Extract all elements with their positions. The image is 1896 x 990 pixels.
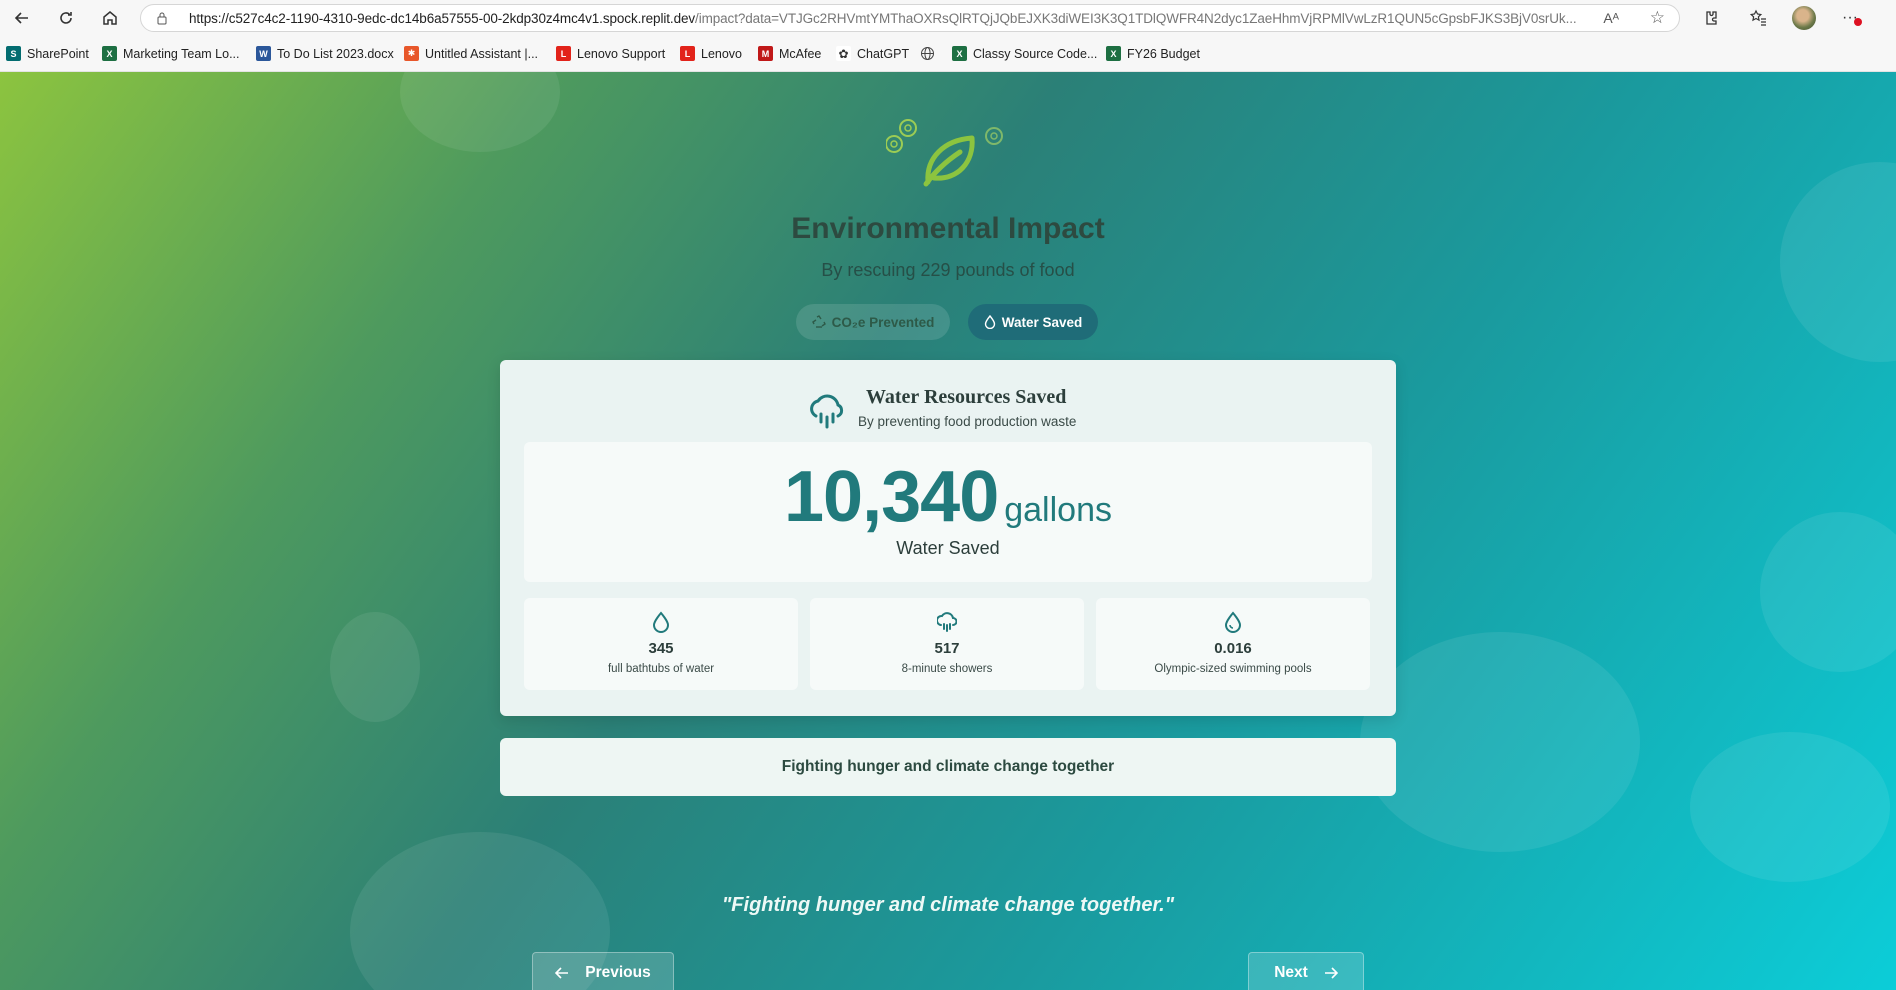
favorite-star-icon[interactable]: ☆ xyxy=(1650,8,1665,28)
stat-showers: 517 8-minute showers xyxy=(810,598,1084,690)
page-subtitle: By rescuing 229 pounds of food xyxy=(821,260,1075,280)
stat-bathtubs: 345 full bathtubs of water xyxy=(524,598,798,690)
bookmark-marketing-team[interactable]: X Marketing Team Lo... xyxy=(102,46,240,61)
arrow-right-icon xyxy=(1324,967,1338,979)
tab-water-saved[interactable]: Water Saved xyxy=(968,304,1098,340)
sharepoint-icon: S xyxy=(6,46,21,61)
bookmark-classy-source-code[interactable]: X Classy Source Code... xyxy=(952,46,1097,61)
bookmark-chatgpt[interactable]: ✿ ChatGPT xyxy=(836,46,909,61)
stat-value: 0.016 xyxy=(1214,640,1252,657)
arrow-left-icon xyxy=(555,967,569,979)
bookmark-todo-list[interactable]: W To Do List 2023.docx xyxy=(256,46,394,61)
droplets-icon xyxy=(1224,611,1242,633)
globe-icon xyxy=(921,47,934,60)
notification-dot xyxy=(1854,18,1862,26)
water-gallons-number: 10,340 xyxy=(784,457,999,537)
droplet-icon xyxy=(984,315,995,329)
bookmark-untitled-assistant[interactable]: ✱ Untitled Assistant |... xyxy=(404,46,538,61)
refresh-icon[interactable] xyxy=(52,4,80,32)
excel-icon: X xyxy=(952,46,967,61)
home-icon[interactable] xyxy=(96,4,124,32)
bookmark-mcafee[interactable]: M McAfee xyxy=(758,46,821,61)
water-saved-label: Water Saved xyxy=(896,538,1000,558)
next-button[interactable]: Next xyxy=(1248,952,1364,990)
bookmark-globe[interactable] xyxy=(920,46,935,61)
stat-label: Olympic-sized swimming pools xyxy=(1154,663,1312,675)
rain-cloud-icon xyxy=(810,394,844,429)
address-bar[interactable]: https://c527c4c2-1190-4310-9edc-dc14b6a5… xyxy=(140,4,1680,32)
extensions-icon[interactable] xyxy=(1696,4,1724,32)
page-title: Environmental Impact xyxy=(791,212,1105,245)
mcafee-icon: M xyxy=(758,46,773,61)
impact-page: Environmental Impact By rescuing 229 pou… xyxy=(0,72,1896,990)
card-subtitle: By preventing food production waste xyxy=(858,414,1077,429)
bookmark-lenovo[interactable]: L Lenovo xyxy=(680,46,742,61)
word-icon: W xyxy=(256,46,271,61)
shower-cloud-icon xyxy=(937,612,957,632)
excel-icon: X xyxy=(102,46,117,61)
favorites-icon[interactable] xyxy=(1744,4,1772,32)
total-water-value: 10,340 gallons xyxy=(524,456,1372,538)
leaf-icon xyxy=(886,119,1003,187)
read-aloud-icon[interactable]: Aᴬ xyxy=(1603,10,1619,26)
water-unit: gallons xyxy=(1004,491,1112,529)
stat-value: 345 xyxy=(648,640,674,657)
assistant-icon: ✱ xyxy=(404,46,419,61)
bookmark-sharepoint[interactable]: S SharePoint xyxy=(6,46,89,61)
stat-label: full bathtubs of water xyxy=(607,663,715,675)
droplet-icon xyxy=(652,611,670,633)
lenovo-icon: L xyxy=(556,46,571,61)
decor-bubble xyxy=(1760,512,1896,672)
excel-icon: X xyxy=(1106,46,1121,61)
url-text: https://c527c4c2-1190-4310-9edc-dc14b6a5… xyxy=(189,11,1577,26)
tab-co2e-prevented[interactable]: CO₂e Prevented xyxy=(796,304,950,340)
stat-value: 517 xyxy=(934,640,960,657)
bookmark-lenovo-support[interactable]: L Lenovo Support xyxy=(556,46,665,61)
lock-icon xyxy=(157,12,167,25)
decor-bubble xyxy=(400,72,560,152)
browser-toolbar: https://c527c4c2-1190-4310-9edc-dc14b6a5… xyxy=(0,0,1896,36)
mission-quote: "Fighting hunger and climate change toge… xyxy=(721,894,1175,916)
stat-label: 8-minute showers xyxy=(901,663,993,675)
bookmarks-bar: S SharePoint X Marketing Team Lo... W To… xyxy=(0,36,1896,72)
decor-bubble xyxy=(1690,732,1890,882)
chatgpt-icon: ✿ xyxy=(836,46,851,61)
recycle-icon xyxy=(811,315,826,328)
lenovo-icon: L xyxy=(680,46,695,61)
previous-button[interactable]: Previous xyxy=(532,952,674,990)
bookmark-fy26-budget[interactable]: X FY26 Budget xyxy=(1106,46,1200,61)
profile-avatar[interactable] xyxy=(1792,6,1816,30)
card-title: Water Resources Saved xyxy=(866,386,1067,408)
decor-bubble xyxy=(1360,632,1640,852)
total-water-panel: 10,340 gallons Water Saved xyxy=(524,442,1372,582)
decor-bubble xyxy=(330,612,420,722)
mission-banner: Fighting hunger and climate change toget… xyxy=(500,738,1396,796)
stat-pools: 0.016 Olympic-sized swimming pools xyxy=(1096,598,1370,690)
back-icon[interactable] xyxy=(8,4,36,32)
water-card: Water Resources Saved By preventing food… xyxy=(500,360,1396,716)
